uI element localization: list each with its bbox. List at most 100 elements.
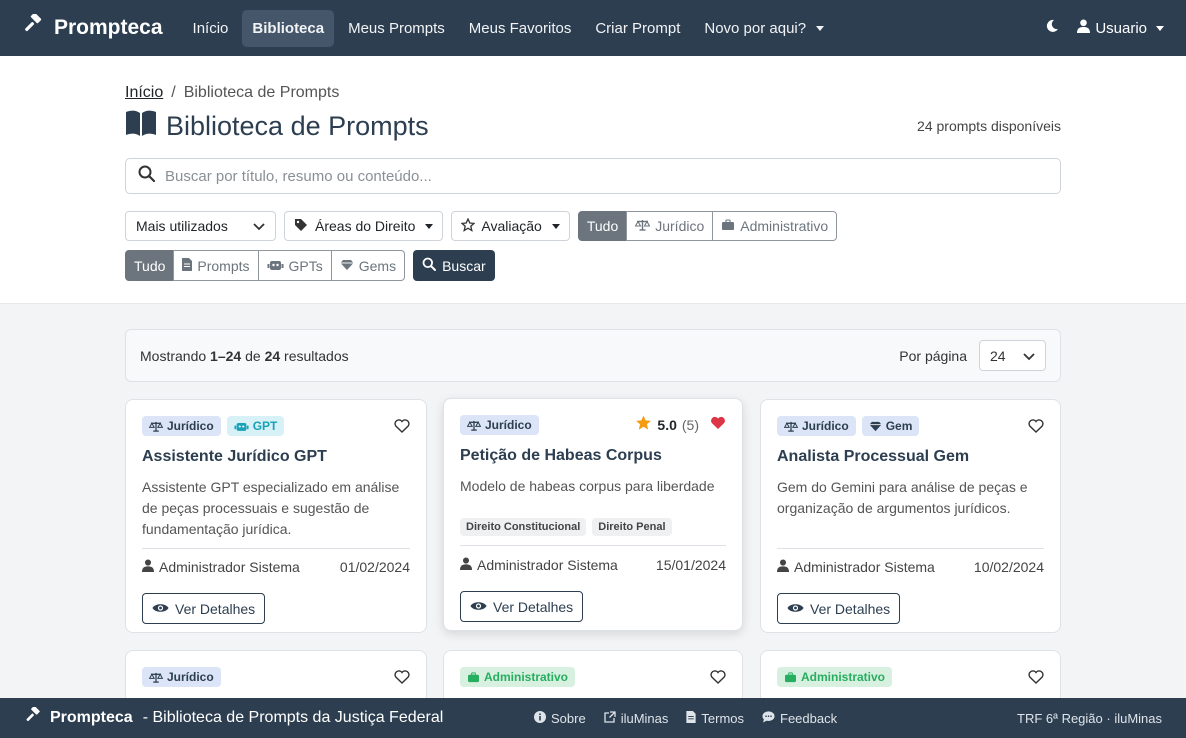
scale-icon	[634, 218, 651, 234]
type-gpts-label: GPTs	[288, 257, 323, 274]
badge-label: Administrativo	[484, 670, 569, 684]
author-name: Administrador Sistema	[159, 559, 300, 575]
caret-down-icon	[816, 25, 825, 31]
per-page-control: Por página 24	[899, 340, 1046, 371]
rating-dropdown[interactable]: Avaliação	[451, 211, 570, 241]
gavel-icon	[24, 705, 42, 730]
card-description: Assistente GPT especializado em análise …	[142, 479, 400, 537]
card-rating: 5.0 (5)	[635, 415, 726, 434]
badge-juridico: Jurídico	[142, 667, 221, 687]
card-description: Gem do Gemini para análise de peças e or…	[777, 479, 1028, 516]
view-details-label: Ver Detalhes	[175, 600, 256, 617]
footer-brand[interactable]: Prompteca	[24, 705, 133, 730]
type-filters-row: Tudo Prompts GPTs Gems Buscar	[125, 250, 495, 281]
search-icon	[422, 257, 437, 274]
type-tudo-button[interactable]: Tudo	[125, 250, 175, 281]
moon-icon[interactable]	[1045, 19, 1059, 37]
nav-meus-favoritos[interactable]: Meus Favoritos	[459, 10, 582, 47]
card-divider	[142, 548, 410, 549]
badge-label: Jurídico	[167, 419, 214, 433]
star-filled-icon	[635, 415, 652, 434]
nav-biblioteca[interactable]: Biblioteca	[242, 9, 335, 47]
type-prompts-button[interactable]: Prompts	[173, 250, 259, 281]
badge-label: GPT	[252, 419, 278, 433]
badge-juridico: Jurídico	[460, 415, 539, 435]
footer-link-label: Sobre	[551, 710, 586, 726]
card-date: 10/02/2024	[973, 559, 1044, 575]
type-gems-button[interactable]: Gems	[330, 250, 406, 281]
heart-outline-icon[interactable]	[1028, 670, 1044, 689]
footer-tagline: - Biblioteca de Prompts da Justiça Feder…	[142, 709, 444, 726]
eye-icon	[787, 601, 804, 617]
footer-link-sobre[interactable]: Sobre	[534, 710, 586, 726]
card-title[interactable]: Assistente Jurídico GPT	[142, 448, 327, 466]
search-input[interactable]	[165, 167, 1060, 185]
user-icon	[142, 559, 154, 575]
chevron-down-icon	[1023, 348, 1035, 364]
page-title-text: Biblioteca de Prompts	[166, 111, 429, 141]
nav-novo-por-aqui-dropdown[interactable]: Novo por aqui?	[694, 10, 834, 47]
footer-links: Sobre iluMinas Termos Feedback	[534, 710, 837, 726]
badge-label: Jurídico	[167, 670, 214, 684]
view-details-label: Ver Detalhes	[810, 600, 891, 617]
nav-criar-prompt[interactable]: Criar Prompt	[585, 10, 690, 47]
footer-link-label: Feedback	[780, 710, 838, 726]
gem-icon	[340, 258, 354, 274]
nav-meus-prompts[interactable]: Meus Prompts	[338, 10, 455, 47]
badge-label: Gem	[885, 419, 913, 433]
heart-outline-icon[interactable]	[1028, 419, 1044, 438]
per-page-label: Por página	[899, 347, 967, 364]
prompt-card[interactable]: Jurídico 5.0 (5) Petição de Habeas Corpu…	[443, 398, 743, 631]
results-total: 24	[264, 347, 281, 364]
user-menu[interactable]: Usuario	[1077, 19, 1164, 37]
rating-count: (5)	[681, 416, 699, 433]
search-box	[125, 158, 1061, 194]
search-button-label: Buscar	[442, 257, 486, 274]
type-gems-label: Gems	[358, 257, 397, 274]
briefcase-icon	[721, 218, 735, 234]
heart-outline-icon[interactable]	[394, 670, 410, 689]
heart-filled-icon[interactable]	[710, 416, 726, 433]
nav-inicio[interactable]: Início	[183, 10, 239, 47]
tag[interactable]: Direito Penal	[592, 518, 672, 536]
footer-link-feedback[interactable]: Feedback	[762, 711, 837, 726]
type-toggle-group: Tudo Prompts GPTs Gems	[125, 250, 406, 281]
prompt-card[interactable]: Jurídico GPT Assistente Jurídico GPT Ass…	[125, 399, 427, 633]
star-outline-icon	[460, 216, 476, 235]
results-text: Mostrando 1–24 de 24 resultados	[140, 348, 349, 364]
gavel-icon	[22, 12, 44, 42]
footer-link-iluminas[interactable]: iluMinas	[604, 711, 668, 726]
areas-dropdown[interactable]: Áreas do Direito	[284, 211, 444, 241]
prompt-card[interactable]: Jurídico Gem Analista Processual Gem Gem…	[760, 399, 1061, 633]
tags-icon	[294, 218, 309, 235]
footer-link-termos[interactable]: Termos	[686, 710, 744, 726]
brand-link[interactable]: Prompteca	[22, 12, 163, 42]
breadcrumb-home-link[interactable]: Início	[125, 84, 163, 102]
scope-tudo-button[interactable]: Tudo	[577, 211, 628, 241]
nav-novo-label: Novo por aqui?	[704, 19, 807, 37]
results-range: 1–24	[210, 347, 242, 364]
search-button[interactable]: Buscar	[413, 250, 495, 281]
badge-label: Jurídico	[485, 418, 532, 432]
tag[interactable]: Direito Constitucional	[460, 518, 587, 536]
heart-outline-icon[interactable]	[394, 419, 410, 438]
sort-select[interactable]: Mais utilizados	[125, 211, 276, 241]
scope-juridico-button[interactable]: Jurídico	[626, 211, 714, 241]
scope-administrativo-button[interactable]: Administrativo	[712, 211, 838, 241]
view-details-button[interactable]: Ver Detalhes	[460, 591, 584, 622]
view-details-button[interactable]: Ver Detalhes	[142, 593, 266, 624]
heart-outline-icon[interactable]	[710, 670, 726, 689]
user-name: Usuario	[1095, 19, 1147, 37]
per-page-select[interactable]: 24	[979, 340, 1046, 371]
footer-org: TRF 6ª Região · iluMinas	[1017, 710, 1162, 726]
card-title[interactable]: Petição de Habeas Corpus	[460, 447, 662, 465]
type-gpts-button[interactable]: GPTs	[257, 250, 332, 281]
card-divider	[460, 545, 726, 546]
card-author: Administrador Sistema	[777, 559, 935, 575]
card-author: Administrador Sistema	[142, 559, 300, 575]
card-title[interactable]: Analista Processual Gem	[777, 448, 969, 466]
info-icon	[534, 710, 546, 726]
view-details-button[interactable]: Ver Detalhes	[777, 593, 901, 624]
per-page-value: 24	[990, 347, 1006, 364]
badge-label: Administrativo	[801, 670, 886, 684]
